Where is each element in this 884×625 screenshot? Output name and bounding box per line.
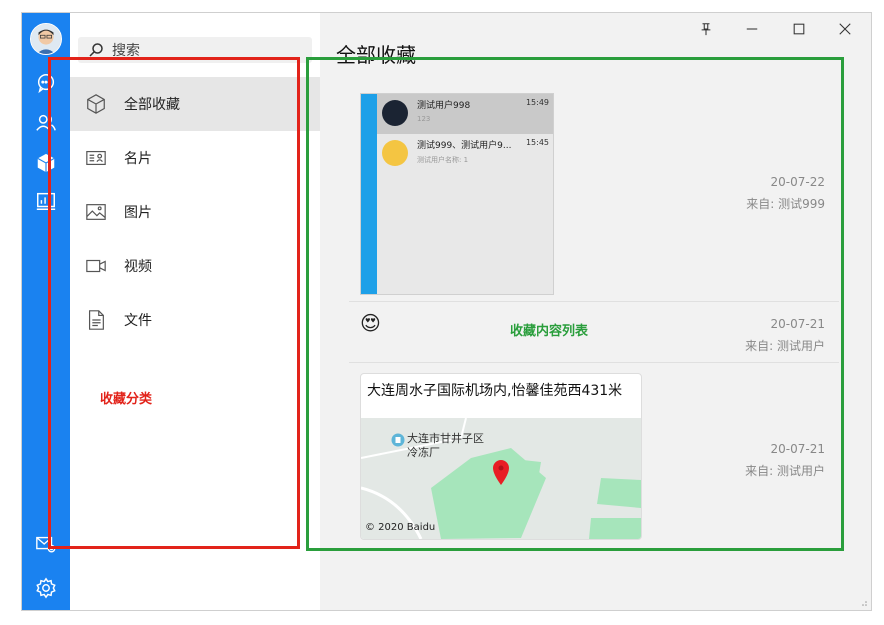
- resize-grip-icon[interactable]: [860, 599, 868, 607]
- minimize-icon[interactable]: [742, 19, 762, 39]
- user-avatar[interactable]: [30, 23, 62, 55]
- close-icon[interactable]: [835, 19, 855, 39]
- maximize-icon[interactable]: [789, 19, 809, 39]
- annotation-box-categories: [48, 57, 300, 549]
- settings-gear-icon[interactable]: [34, 576, 58, 600]
- annotation-box-content-list: [306, 57, 844, 551]
- annotation-label-content-list: 收藏内容列表: [510, 324, 589, 339]
- search-icon: [89, 43, 103, 57]
- annotation-label-categories: 收藏分类: [100, 392, 153, 407]
- pin-icon[interactable]: [696, 19, 716, 39]
